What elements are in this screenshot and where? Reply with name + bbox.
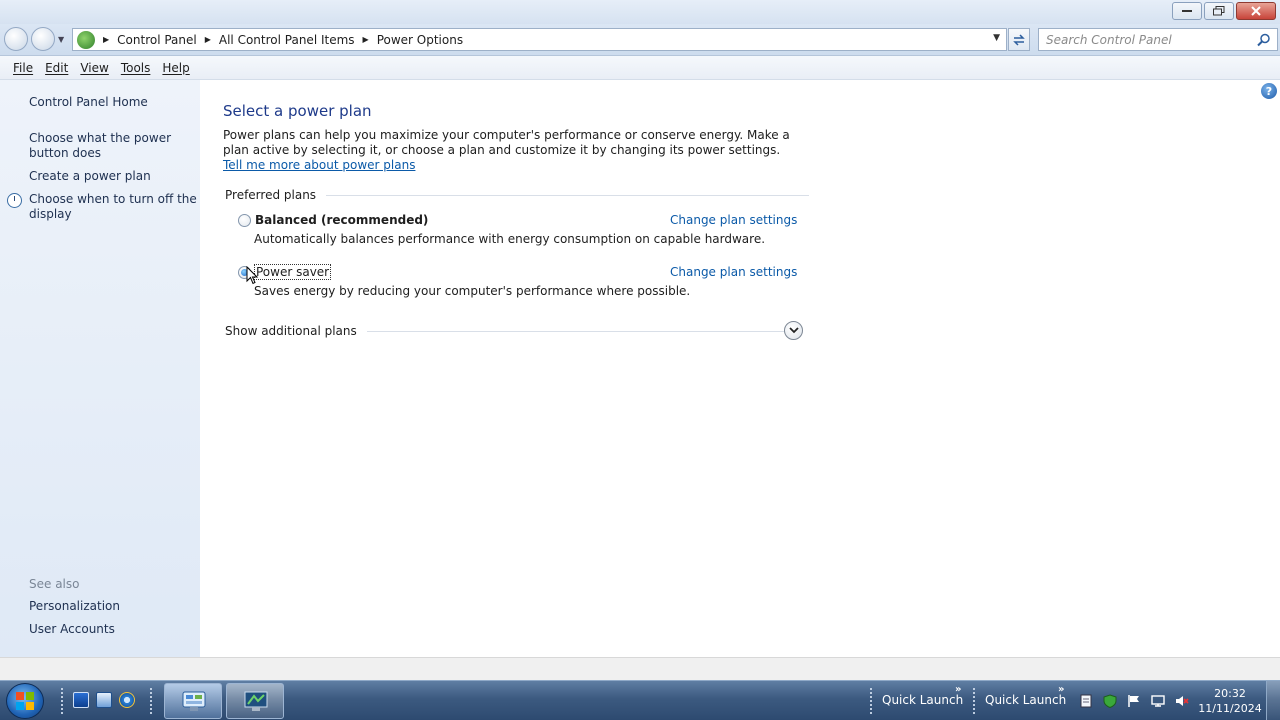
display-off-link[interactable]: Choose when to turn off the display — [29, 192, 197, 222]
personalization-link[interactable]: Personalization — [29, 599, 197, 614]
breadcrumb-control-panel[interactable]: Control Panel — [117, 33, 197, 47]
intro-paragraph: Power plans can help you maximize your c… — [223, 128, 790, 157]
monitor-icon — [244, 691, 268, 711]
volume-muted-icon[interactable] — [1175, 694, 1189, 708]
help-icon[interactable]: ? — [1261, 83, 1277, 99]
see-also-heading: See also — [29, 577, 80, 591]
toolbar-grip[interactable] — [149, 687, 153, 715]
menu-bar: File Edit View Tools Help — [0, 56, 1280, 80]
menu-edit[interactable]: Edit — [39, 59, 74, 77]
restore-icon — [1213, 6, 1225, 16]
chevron-down-icon — [788, 327, 799, 334]
power-saver-plan-name[interactable]: Power saver — [254, 264, 332, 280]
clock-time: 20:32 — [1214, 687, 1246, 700]
forward-button[interactable] — [31, 27, 55, 51]
internet-explorer-icon[interactable] — [119, 692, 135, 708]
chevron-right-icon[interactable]: » — [1058, 684, 1064, 695]
back-button[interactable] — [4, 27, 28, 51]
recent-pages-dropdown[interactable]: ▼ — [58, 35, 64, 44]
taskbar: Quick Launch » Quick Launch » 20:32 11/1… — [0, 680, 1280, 720]
menu-file[interactable]: File — [7, 59, 39, 77]
menu-help[interactable]: Help — [156, 59, 195, 77]
control-panel-icon — [182, 691, 206, 711]
tell-me-more-link[interactable]: Tell me more about power plans — [223, 158, 415, 172]
switch-windows-icon[interactable] — [96, 692, 112, 708]
window-title-bar[interactable] — [0, 0, 1280, 24]
user-accounts-link[interactable]: User Accounts — [29, 622, 197, 637]
breadcrumb-power-options[interactable]: Power Options — [377, 33, 463, 47]
minimize-button[interactable] — [1172, 2, 1202, 20]
breadcrumb-arrow-icon[interactable]: ▶ — [205, 35, 211, 44]
chevron-right-icon[interactable]: » — [955, 684, 961, 695]
clock-icon — [7, 193, 22, 208]
breadcrumb-arrow-icon[interactable]: ▶ — [363, 35, 369, 44]
menu-view[interactable]: View — [74, 59, 114, 77]
breadcrumb-arrow-icon[interactable]: ▶ — [103, 35, 109, 44]
power-saver-plan-description: Saves energy by reducing your computer's… — [254, 284, 691, 298]
taskbar-control-panel-button[interactable] — [164, 683, 222, 719]
clock-date: 11/11/2024 — [1198, 702, 1262, 715]
power-button-link[interactable]: Choose what the power button does — [29, 131, 197, 161]
intro-text: Power plans can help you maximize your c… — [223, 128, 803, 173]
action-center-flag-icon[interactable] — [1127, 694, 1141, 708]
divider — [366, 330, 798, 332]
address-bar[interactable]: ▶ Control Panel ▶ All Control Panel Item… — [72, 28, 1007, 51]
refresh-icon — [1013, 33, 1025, 46]
mouse-cursor-icon — [246, 266, 258, 285]
quick-launch-label[interactable]: Quick Launch — [985, 693, 1066, 707]
preferred-plans-label: Preferred plans — [225, 188, 317, 202]
taskbar-app-button[interactable] — [226, 683, 284, 719]
toolbar-grip[interactable] — [869, 687, 873, 715]
balanced-plan-name[interactable]: Balanced (recommended) — [255, 213, 428, 227]
page-title: Select a power plan — [223, 102, 372, 120]
search-icon[interactable] — [1257, 33, 1271, 47]
balanced-radio[interactable] — [238, 214, 251, 227]
close-button[interactable] — [1236, 2, 1276, 20]
menu-tools[interactable]: Tools — [115, 59, 157, 77]
additional-plans-header[interactable]: Show additional plans — [225, 324, 798, 338]
system-clock[interactable]: 20:32 11/11/2024 — [1198, 686, 1262, 716]
search-box[interactable] — [1038, 28, 1278, 51]
caption-buttons — [1172, 2, 1276, 20]
address-dropdown-icon[interactable]: ▼ — [993, 33, 1000, 43]
control-panel-icon — [77, 30, 95, 49]
maximize-button[interactable] — [1204, 2, 1234, 20]
balanced-change-settings-link[interactable]: Change plan settings — [670, 213, 797, 227]
additional-plans-label[interactable]: Show additional plans — [225, 324, 357, 338]
network-icon[interactable] — [1151, 694, 1165, 708]
divider — [326, 194, 810, 196]
status-bar — [0, 657, 1280, 680]
preferred-plans-header: Preferred plans — [225, 188, 810, 202]
navigation-bar: ▼ ▶ Control Panel ▶ All Control Panel It… — [0, 24, 1280, 56]
breadcrumb-all-items[interactable]: All Control Panel Items — [219, 33, 355, 47]
windows-logo-icon — [16, 692, 34, 710]
toolbar-grip[interactable] — [972, 687, 976, 715]
show-desktop-button[interactable] — [1266, 681, 1280, 720]
security-shield-icon[interactable] — [1103, 694, 1117, 708]
create-plan-link[interactable]: Create a power plan — [29, 169, 197, 184]
expand-additional-plans-button[interactable] — [784, 321, 803, 340]
document-icon[interactable] — [1079, 694, 1093, 708]
minimize-icon — [1182, 10, 1192, 12]
control-panel-home-link[interactable]: Control Panel Home — [29, 95, 197, 110]
power-saver-change-settings-link[interactable]: Change plan settings — [670, 265, 797, 279]
search-input[interactable] — [1046, 32, 1246, 47]
task-pane: Control Panel Home Choose what the power… — [0, 80, 200, 657]
close-icon — [1251, 6, 1261, 16]
quick-launch-label[interactable]: Quick Launch — [882, 693, 963, 707]
refresh-button[interactable] — [1008, 28, 1030, 51]
show-desktop-icon[interactable] — [73, 692, 89, 708]
balanced-plan-description: Automatically balances performance with … — [254, 232, 766, 246]
toolbar-grip[interactable] — [60, 687, 64, 715]
start-button[interactable] — [6, 683, 44, 719]
